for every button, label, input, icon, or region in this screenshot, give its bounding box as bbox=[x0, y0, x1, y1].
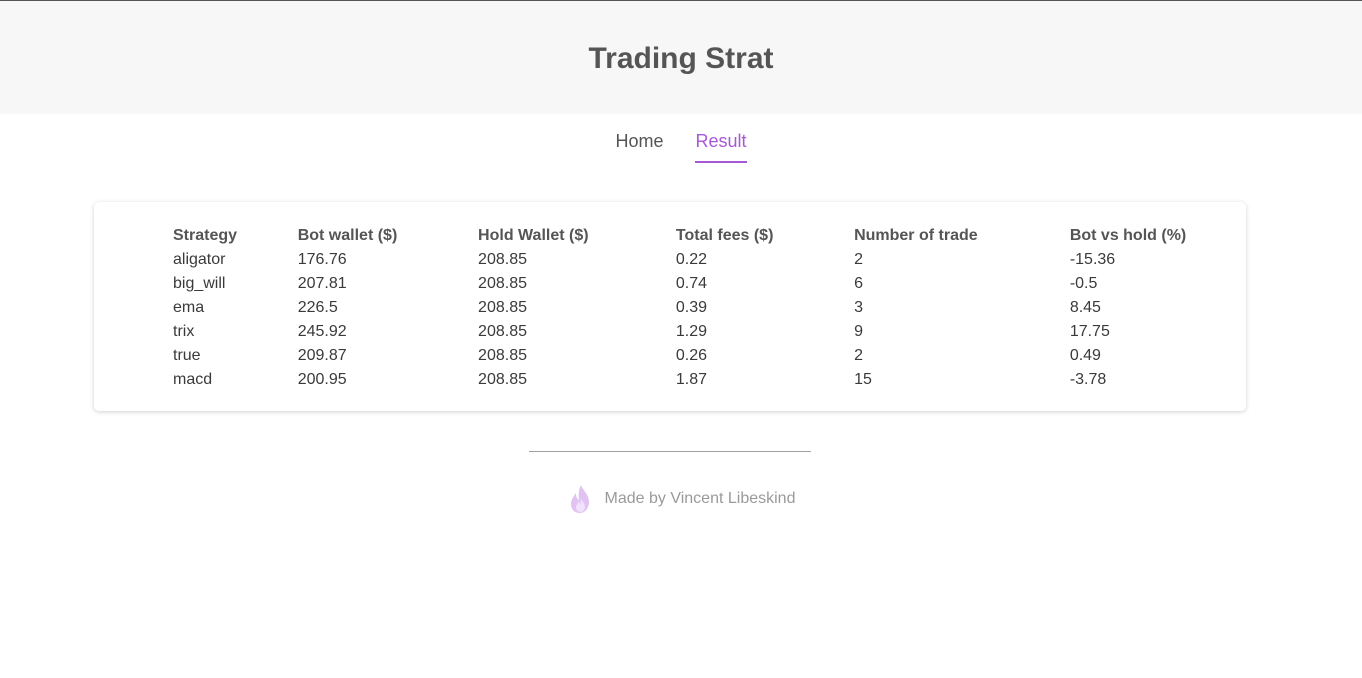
cell-number-of-trade: 3 bbox=[854, 299, 863, 316]
cell-strategy: true bbox=[173, 347, 201, 364]
page-title: Trading Strat bbox=[588, 41, 774, 75]
cell-hold-wallet: 208.85 bbox=[478, 347, 527, 364]
cell-bot-vs-hold: -3.78 bbox=[1069, 371, 1107, 388]
cell-bot-wallet: 207.81 bbox=[297, 275, 347, 292]
cell-total-fees: 0.26 bbox=[675, 347, 708, 364]
cell-hold-wallet: 208.85 bbox=[478, 299, 527, 316]
cell-hold-wallet: 208.85 bbox=[478, 275, 527, 292]
cell-number-of-trade: 9 bbox=[854, 323, 863, 340]
page-header: Trading Strat bbox=[0, 1, 1362, 114]
cell-number-of-trade: 15 bbox=[854, 371, 872, 388]
column-header-hold-wallet: Hold Wallet ($) bbox=[478, 227, 589, 244]
cell-total-fees: 1.29 bbox=[675, 323, 708, 340]
cell-number-of-trade: 6 bbox=[854, 275, 863, 292]
cell-strategy: macd bbox=[173, 371, 213, 388]
column-header-strategy: Strategy bbox=[173, 227, 238, 244]
cell-total-fees: 1.87 bbox=[675, 371, 708, 388]
cell-number-of-trade: 2 bbox=[854, 347, 863, 364]
cell-hold-wallet: 208.85 bbox=[478, 323, 527, 340]
cell-total-fees: 0.74 bbox=[675, 275, 708, 292]
cell-total-fees: 0.22 bbox=[675, 251, 708, 268]
footer-divider bbox=[529, 451, 811, 452]
table-row: aligator 176.76 208.85 0.22 2 -15.36 bbox=[173, 248, 1246, 272]
cell-bot-wallet: 245.92 bbox=[297, 323, 347, 340]
table-row: trix 245.92 208.85 1.29 9 17.75 bbox=[173, 320, 1246, 344]
results-table: Strategy Bot wallet ($) Hold Wallet ($) … bbox=[173, 224, 1246, 392]
table-row: macd 200.95 208.85 1.87 15 -3.78 bbox=[173, 368, 1246, 392]
table-row: true 209.87 208.85 0.26 2 0.49 bbox=[173, 344, 1246, 368]
cell-bot-vs-hold: 8.45 bbox=[1069, 299, 1101, 316]
cell-bot-vs-hold: 0.49 bbox=[1069, 347, 1101, 364]
cell-hold-wallet: 208.85 bbox=[478, 251, 527, 268]
table-row: ema 226.5 208.85 0.39 3 8.45 bbox=[173, 296, 1246, 320]
table-header-row: Strategy Bot wallet ($) Hold Wallet ($) … bbox=[173, 224, 1246, 248]
cell-bot-wallet: 200.95 bbox=[297, 371, 347, 388]
cell-hold-wallet: 208.85 bbox=[478, 371, 527, 388]
cell-strategy: ema bbox=[173, 299, 205, 316]
flame-icon bbox=[570, 485, 589, 513]
nav-result[interactable]: Result bbox=[695, 131, 747, 163]
cell-strategy: trix bbox=[173, 323, 195, 340]
column-header-number-of-trade: Number of trade bbox=[854, 227, 978, 244]
column-header-bot-vs-hold: Bot vs hold (%) bbox=[1069, 227, 1187, 244]
column-header-bot-wallet: Bot wallet ($) bbox=[297, 227, 398, 244]
footer-text: Made by Vincent Libeskind bbox=[604, 490, 796, 507]
cell-bot-wallet: 226.5 bbox=[297, 299, 338, 316]
results-card: Strategy Bot wallet ($) Hold Wallet ($) … bbox=[94, 202, 1246, 411]
column-header-total-fees: Total fees ($) bbox=[675, 227, 774, 244]
cell-bot-vs-hold: 17.75 bbox=[1069, 323, 1110, 340]
cell-number-of-trade: 2 bbox=[854, 251, 863, 268]
cell-bot-wallet: 176.76 bbox=[297, 251, 347, 268]
table-row: big_will 207.81 208.85 0.74 6 -0.5 bbox=[173, 272, 1246, 296]
cell-bot-wallet: 209.87 bbox=[297, 347, 347, 364]
cell-strategy: aligator bbox=[173, 251, 226, 268]
cell-strategy: big_will bbox=[173, 275, 226, 292]
main-nav: Home Result bbox=[0, 131, 1362, 163]
footer: Made by Vincent Libeskind bbox=[0, 484, 1362, 514]
cell-total-fees: 0.39 bbox=[675, 299, 708, 316]
nav-home[interactable]: Home bbox=[615, 131, 663, 163]
cell-bot-vs-hold: -0.5 bbox=[1069, 275, 1098, 292]
cell-bot-vs-hold: -15.36 bbox=[1069, 251, 1116, 268]
